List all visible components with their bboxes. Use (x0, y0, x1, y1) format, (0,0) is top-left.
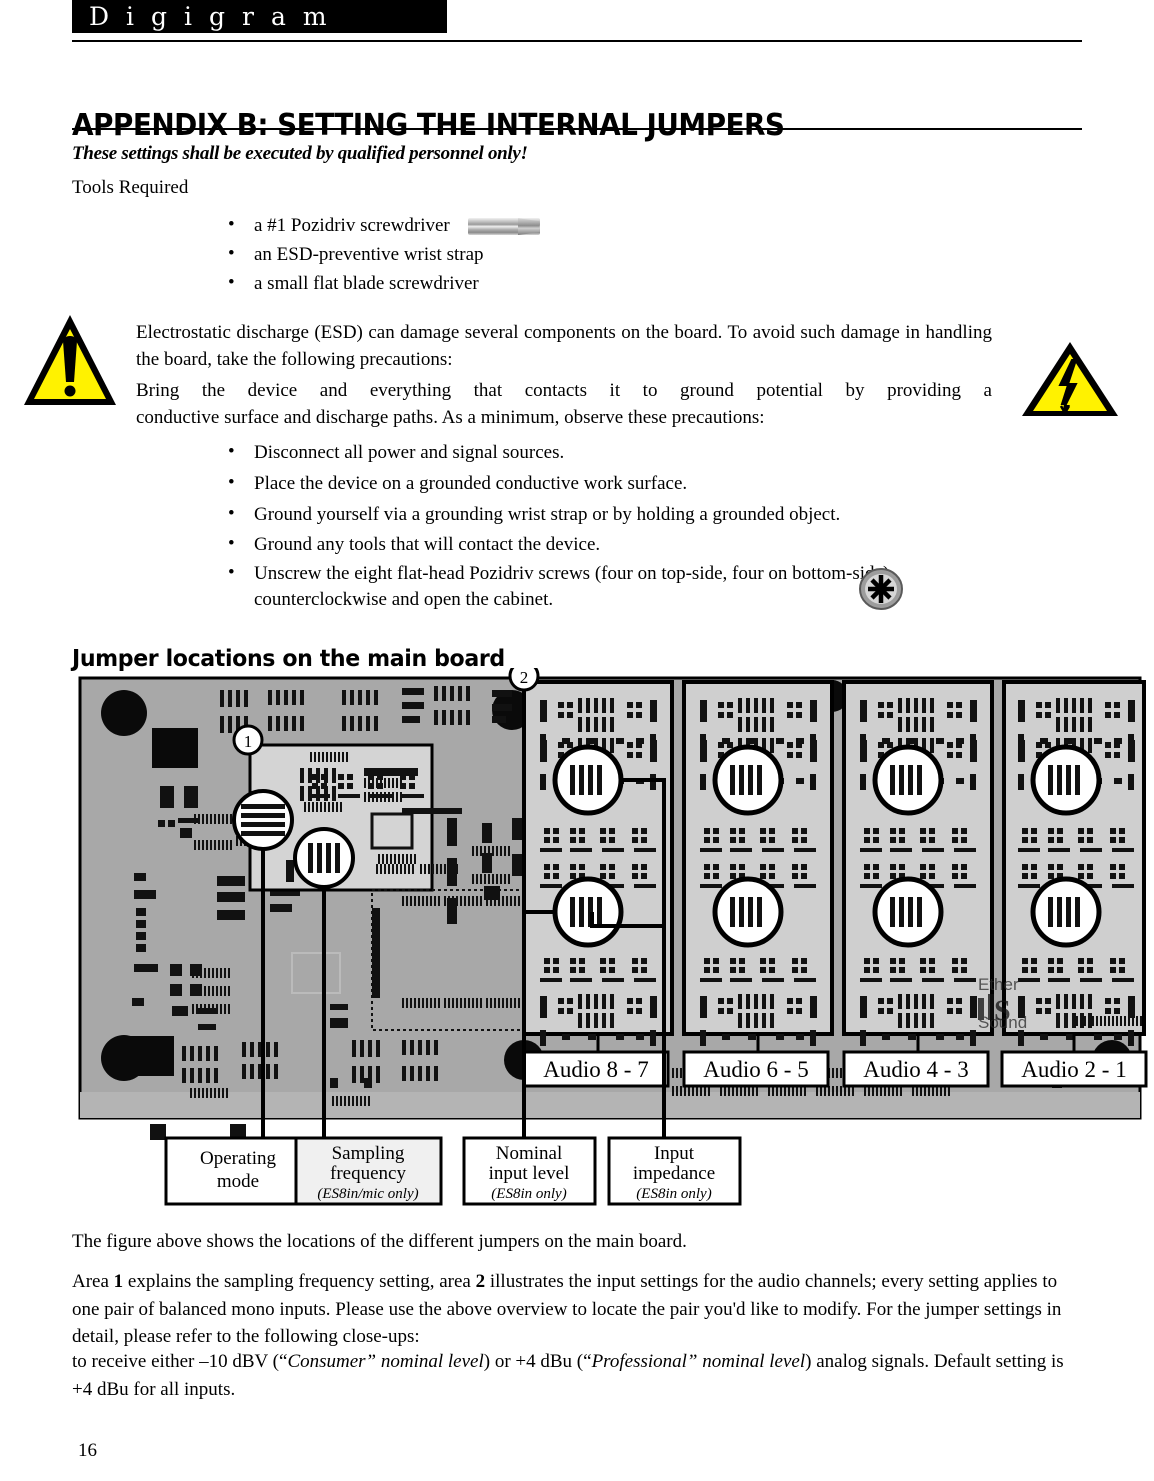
screwdriver-photo-icon (467, 218, 540, 236)
callout-box-sampling-frequency: Sampling frequency (ES8in/mic only) (294, 1136, 443, 1206)
area-number-1: 1 (113, 1271, 124, 1292)
callout-marker-2: 2 (520, 668, 529, 687)
paragraph-areas: Area 1 explains the sampling frequency s… (72, 1268, 1084, 1351)
area-number-2: 2 (475, 1271, 486, 1292)
levels-italic-consumer: Consumer” nominal level (287, 1351, 484, 1372)
daughter-card-audio-2-1 (1002, 680, 1146, 1046)
svg-text:Input: Input (654, 1143, 695, 1164)
svg-text:Audio 6 - 5: Audio 6 - 5 (703, 1057, 808, 1082)
paragraph-nominal-levels: to receive either –10 dBV (“Consumer” no… (72, 1348, 1084, 1403)
esd-paragraph-2: Bring the device and everything that con… (136, 378, 992, 432)
svg-text:Ether: Ether (978, 975, 1019, 994)
callout-box-nominal-input-level: Nominal input level (ES8in only) (462, 1136, 597, 1206)
areas-text-pre: Area (72, 1271, 114, 1292)
list-item: Unscrew the eight flat-head Pozidriv scr… (222, 560, 894, 612)
svg-text:mode: mode (217, 1171, 259, 1192)
levels-text-pre: to receive either –10 dBV (“ (72, 1351, 288, 1372)
pozidriv-screw-head-icon (857, 567, 905, 611)
tools-list: a #1 Pozidriv screwdriver an ESD-prevent… (222, 211, 822, 299)
areas-text-mid: explains the sampling frequency setting,… (123, 1271, 476, 1292)
svg-text:Operating: Operating (200, 1148, 276, 1169)
esd-paragraph-2-line-2: conductive surface and discharge paths. … (136, 406, 765, 428)
list-item: Place the device on a grounded conductiv… (222, 468, 1072, 500)
svg-text:Nominal: Nominal (496, 1143, 563, 1164)
list-item: a small flat blade screwdriver (222, 269, 822, 299)
header-divider (72, 40, 1082, 42)
main-board-diagram: 1 Ether Sound S 2 Audio 8 - 7 Audio 6 - … (72, 668, 1148, 1208)
svg-text:(ES8in only): (ES8in only) (636, 1186, 711, 1202)
qualified-personnel-warning: These settings shall be executed by qual… (72, 143, 528, 164)
paragraph-figure-description: The figure above shows the locations of … (72, 1231, 687, 1252)
levels-italic-professional: Professional” nominal level (591, 1351, 806, 1372)
tools-required-label: Tools Required (72, 177, 189, 198)
svg-text:(ES8in only): (ES8in only) (491, 1186, 566, 1202)
page-number: 16 (78, 1440, 97, 1461)
daughter-card-audio-8-7 (522, 680, 674, 1046)
list-item: a #1 Pozidriv screwdriver (222, 211, 822, 241)
esd-warning-lightning-icon (1018, 340, 1122, 420)
svg-text:Sampling: Sampling (332, 1143, 405, 1164)
tool-label: a #1 Pozidriv screwdriver (254, 215, 450, 236)
page-header: Digigram (72, 0, 1082, 42)
brand-logo: Digigram (72, 0, 447, 33)
callout-box-input-impedance: Input impedance (ES8in only) (607, 1136, 742, 1206)
title-divider (72, 128, 1082, 130)
list-item: an ESD-preventive wrist strap (222, 240, 822, 270)
svg-text:(ES8in/mic only): (ES8in/mic only) (317, 1186, 418, 1202)
list-item: Ground any tools that will contact the d… (222, 529, 1072, 561)
callout-marker-1: 1 (244, 732, 253, 751)
page-title: APPENDIX B: SETTING THE INTERNAL JUMPERS (72, 108, 785, 144)
levels-text-mid: ) or +4 dBu (“ (483, 1351, 592, 1372)
precautions-list: Disconnect all power and signal sources.… (222, 437, 1072, 612)
esd-paragraph-2-line-1: Bring the device and everything that con… (136, 380, 992, 401)
list-item: Ground yourself via a grounding wrist st… (222, 499, 1072, 531)
daughter-card-audio-6-5 (682, 680, 834, 1046)
svg-text:impedance: impedance (633, 1163, 715, 1184)
svg-text:frequency: frequency (330, 1163, 406, 1184)
esd-paragraph-1: Electrostatic discharge (ESD) can damage… (136, 322, 992, 370)
daughter-card-audio-4-3 (842, 680, 994, 1046)
svg-text:input level: input level (489, 1163, 570, 1184)
esd-warning-exclamation-icon (22, 312, 118, 412)
svg-text:Audio 8 - 7: Audio 8 - 7 (543, 1057, 648, 1082)
svg-text:Audio 2 - 1: Audio 2 - 1 (1021, 1057, 1126, 1082)
svg-text:Audio 4 - 3: Audio 4 - 3 (863, 1057, 968, 1082)
list-item: Disconnect all power and signal sources. (222, 437, 1072, 469)
svg-text:S: S (994, 994, 1011, 1027)
callout-box-operating-mode: Operating mode (164, 1136, 313, 1206)
